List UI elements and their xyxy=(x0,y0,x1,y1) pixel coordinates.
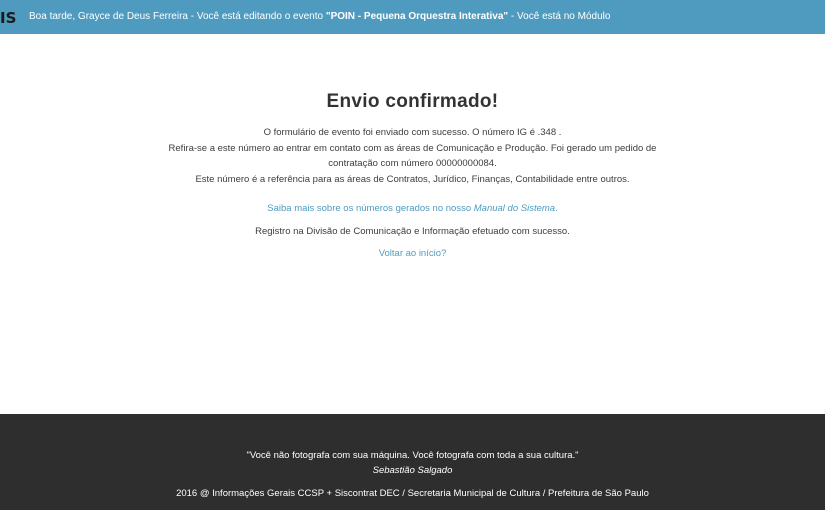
footer-quote-author: Sebastião Salgado xyxy=(372,465,453,476)
manual-link-label: Manual do Sistema xyxy=(473,203,556,214)
app-logo[interactable]: IS xyxy=(0,0,16,34)
greeting-prefix: Boa tarde, Grayce de Deus Ferreira - Voc… xyxy=(29,11,326,22)
event-name: "POIN - Pequena Orquestra Interativa" xyxy=(325,11,509,22)
greeting-suffix: - Você está no Módulo xyxy=(508,11,611,22)
confirmation-line-1: O formulário de evento foi enviado com s… xyxy=(263,127,562,138)
footer-quote: "Você não fotografa com sua máquina. Voc… xyxy=(246,450,579,461)
help-line: Saiba mais sobre os números gerados no n… xyxy=(0,203,825,214)
greeting-message: Boa tarde, Grayce de Deus Ferreira - Voc… xyxy=(29,0,610,34)
back-line: Voltar ao início? xyxy=(0,248,825,259)
page-title: Envio confirmado! xyxy=(326,91,499,112)
confirmation-line-3: contratação com número 00000000084. xyxy=(328,158,497,169)
help-suffix: . xyxy=(555,203,558,214)
footer-copyright: 2016 @ Informações Gerais CCSP + Siscont… xyxy=(176,488,649,499)
help-prefix: Saiba mais sobre os números gerados no n… xyxy=(267,203,474,214)
back-to-start-link[interactable]: Voltar ao início? xyxy=(379,248,447,259)
registration-status: Registro na Divisão de Comunicação e Inf… xyxy=(255,226,570,237)
footer: "Você não fotografa com sua máquina. Voc… xyxy=(0,414,825,510)
confirmation-line-4: Este número é a referência para as áreas… xyxy=(195,173,630,185)
confirmation-text: O formulário de evento foi enviado com s… xyxy=(0,125,825,187)
confirmation-panel: Envio confirmado! O formulário de evento… xyxy=(0,34,825,414)
confirmation-line-2: Refira-se a este número ao entrar em con… xyxy=(168,142,657,154)
top-bar: IS Boa tarde, Grayce de Deus Ferreira - … xyxy=(0,0,825,34)
manual-link[interactable]: Manual do Sistema xyxy=(474,203,555,214)
